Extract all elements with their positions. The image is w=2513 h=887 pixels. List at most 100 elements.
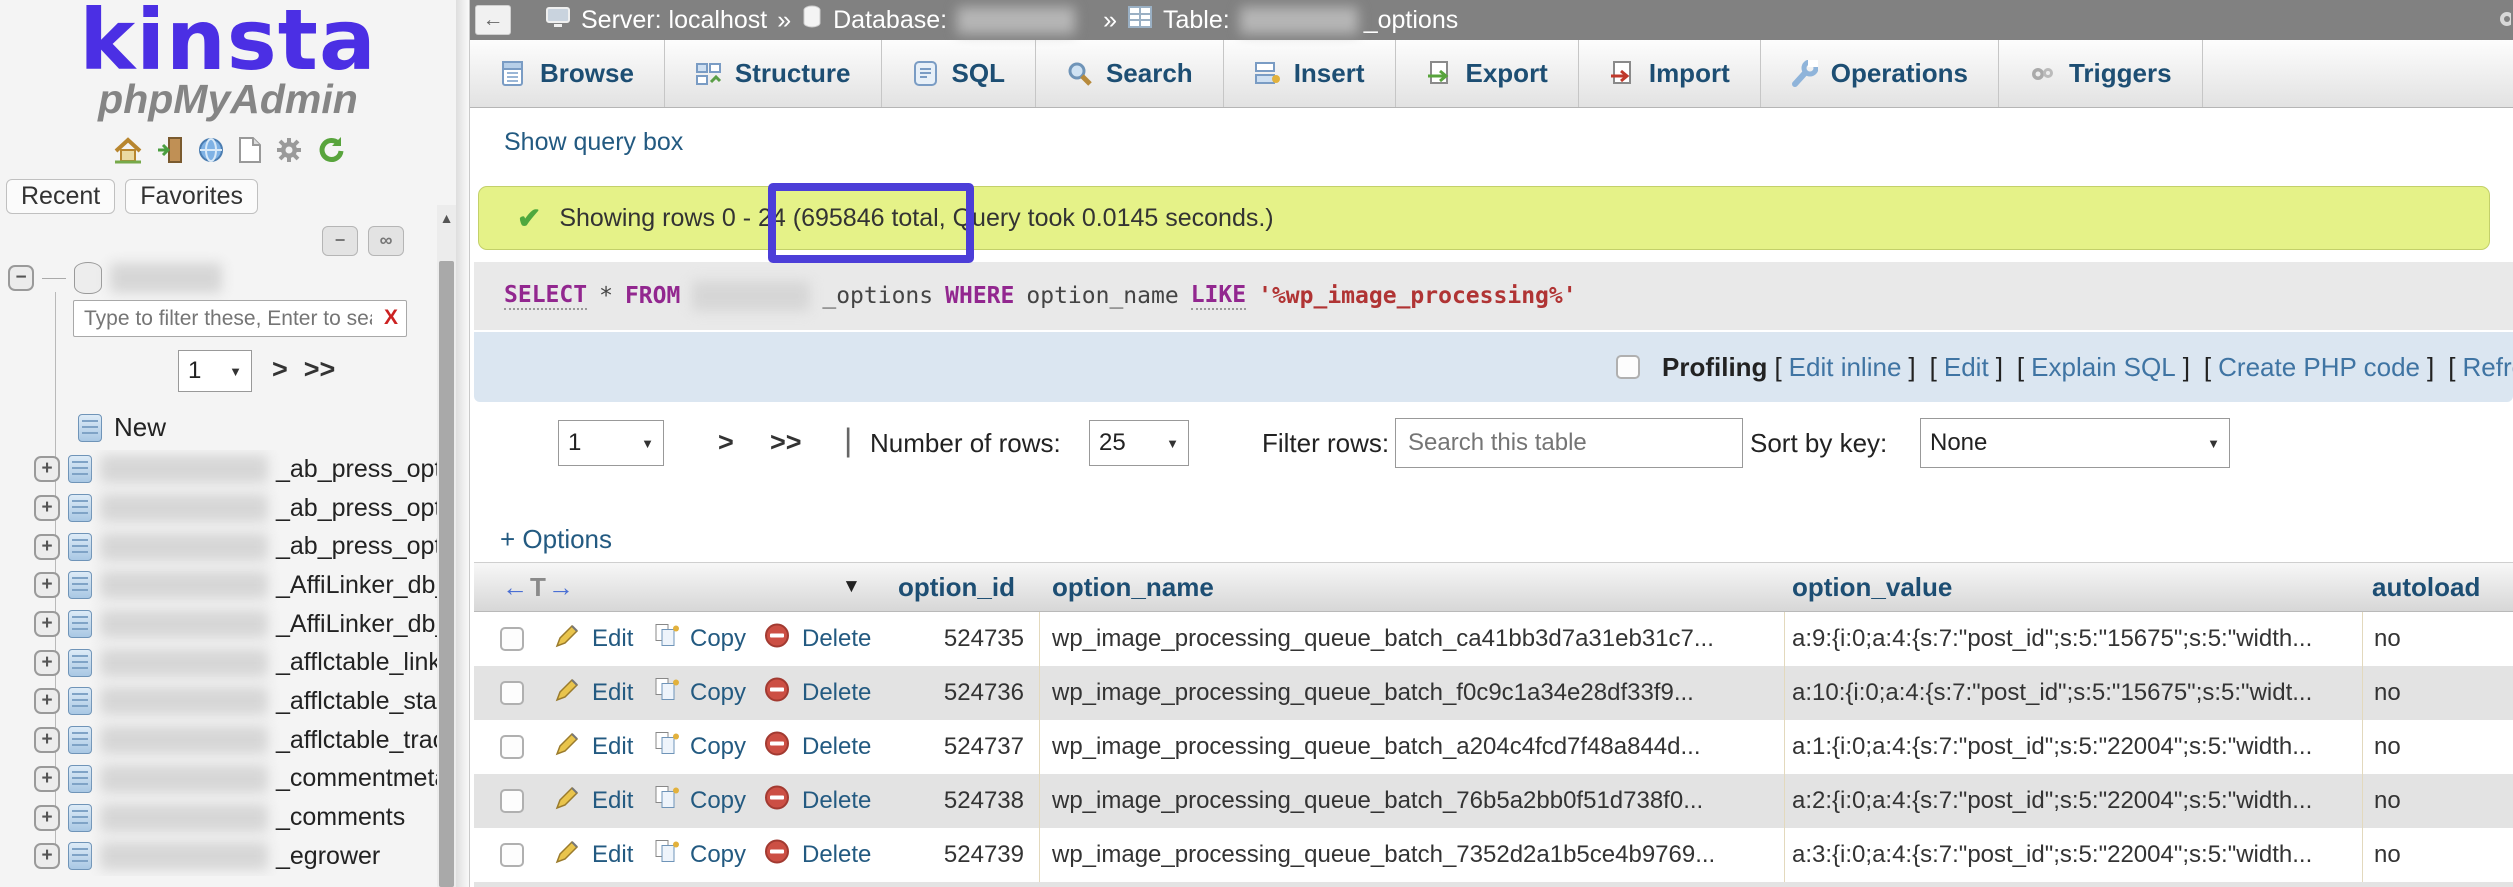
sidebar-table-item[interactable]: + _egrower (0, 837, 437, 876)
table-name[interactable]: _AffiLinker_db_s (276, 571, 437, 600)
copy-link[interactable]: Copy (690, 625, 746, 653)
scroll-up-icon[interactable]: ▲ (437, 205, 456, 231)
create-php-code-link[interactable]: Create PHP code (2218, 352, 2420, 383)
copy-link[interactable]: Copy (690, 679, 746, 707)
tab-insert[interactable]: Insert (1224, 40, 1396, 107)
expand-plus-icon[interactable]: + (34, 805, 60, 831)
table-name[interactable]: _comments (276, 803, 405, 832)
edit-link[interactable]: Edit (592, 679, 633, 707)
edit-link[interactable]: Edit (592, 787, 633, 815)
sidebar-table-item[interactable]: + _ab_press_optir (0, 489, 437, 528)
header-option-id[interactable]: option_id (898, 572, 1015, 603)
next-page-link[interactable]: > (718, 427, 734, 458)
table-name[interactable]: _afflctable_statis (276, 687, 437, 716)
row-checkbox[interactable] (500, 735, 524, 759)
table-search-input[interactable] (1395, 418, 1743, 468)
link-panel-icon[interactable]: ∞ (368, 226, 404, 256)
sidebar-table-item[interactable]: + _afflctable_track (0, 721, 437, 760)
collapse-node-icon[interactable]: − (8, 265, 34, 291)
left-arrow-icon[interactable]: ← (502, 572, 528, 602)
scrollbar-thumb[interactable] (439, 261, 454, 887)
copy-link[interactable]: Copy (690, 841, 746, 869)
explain-sql-link[interactable]: Explain SQL (2031, 352, 2176, 383)
favorites-tab[interactable]: Favorites (125, 179, 258, 214)
delete-link[interactable]: Delete (802, 625, 871, 653)
copy-link[interactable]: Copy (690, 787, 746, 815)
sidebar-table-item[interactable]: + _afflctable_statis (0, 682, 437, 721)
tree-last-page[interactable]: >> (304, 354, 336, 385)
table-name[interactable]: _afflctable_link (276, 648, 437, 677)
sort-desc-icon[interactable]: ▼ (842, 576, 861, 598)
back-arrow-button[interactable]: ← (475, 5, 511, 35)
delete-link[interactable]: Delete (802, 841, 871, 869)
column-order-icons[interactable]: ←T→ (502, 572, 574, 603)
sidebar-table-item[interactable]: + _commentmeta (0, 760, 437, 799)
options-toggle-link[interactable]: + Options (500, 524, 612, 555)
sidebar-scrollbar[interactable]: ▲ (437, 205, 456, 887)
home-icon[interactable] (113, 136, 143, 169)
edit-link[interactable]: Edit (592, 625, 633, 653)
breadcrumb-database-label[interactable]: Database: (833, 6, 947, 35)
row-checkbox[interactable] (500, 789, 524, 813)
expand-plus-icon[interactable]: + (34, 843, 60, 869)
expand-plus-icon[interactable]: + (34, 611, 60, 637)
tree-filter-input[interactable] (73, 300, 407, 337)
table-name[interactable]: _ab_press_optir (276, 455, 437, 484)
table-name[interactable]: _afflctable_track (276, 726, 437, 755)
header-option-name[interactable]: option_name (1052, 572, 1214, 603)
edit-inline-link[interactable]: Edit inline (1789, 352, 1902, 383)
tab-browse[interactable]: Browse (470, 40, 665, 107)
console-icon[interactable] (2493, 6, 2511, 24)
expand-plus-icon[interactable]: + (34, 650, 60, 676)
table-name[interactable]: _ab_press_optir (276, 494, 437, 523)
sidebar-table-item[interactable]: + _AffiLinker_db_s (0, 605, 437, 644)
table-name[interactable]: _egrower (276, 842, 380, 871)
tree-next-page[interactable]: > (272, 354, 288, 385)
right-arrow-icon[interactable]: → (548, 572, 574, 602)
collapse-all-icon[interactable]: − (322, 226, 358, 256)
tab-triggers[interactable]: Triggers (1999, 40, 2203, 107)
tab-sql[interactable]: SQL (882, 40, 1036, 107)
clear-filter-button[interactable]: X (384, 306, 398, 330)
breadcrumb-table-label[interactable]: Table: (1163, 6, 1230, 35)
globe-icon[interactable] (197, 136, 225, 169)
docs-icon[interactable] (238, 136, 262, 169)
edit-link[interactable]: Edit (592, 733, 633, 761)
recent-tab[interactable]: Recent (6, 179, 115, 214)
profiling-checkbox[interactable] (1616, 355, 1640, 379)
tab-operations[interactable]: Operations (1761, 40, 1999, 107)
sql-keyword-select[interactable]: SELECT (504, 282, 587, 310)
sidebar-table-item[interactable]: + _AffiLinker_db_s (0, 566, 437, 605)
new-table-item[interactable]: New (78, 412, 166, 443)
sidebar-table-item[interactable]: + _comments (0, 798, 437, 837)
row-checkbox[interactable] (500, 843, 524, 867)
gear-icon[interactable] (275, 136, 303, 169)
expand-plus-icon[interactable]: + (34, 766, 60, 792)
expand-plus-icon[interactable]: + (34, 572, 60, 598)
tab-search[interactable]: Search (1036, 40, 1224, 107)
last-page-link[interactable]: >> (770, 427, 802, 458)
refresh-link[interactable]: Refresh (2462, 352, 2513, 383)
delete-link[interactable]: Delete (802, 679, 871, 707)
header-option-value[interactable]: option_value (1792, 572, 1952, 603)
logout-icon[interactable] (156, 136, 184, 169)
table-name[interactable]: _AffiLinker_db_s (276, 610, 437, 639)
expand-plus-icon[interactable]: + (34, 456, 60, 482)
sql-keyword-like[interactable]: LIKE (1191, 282, 1246, 310)
page-select[interactable]: 1 ▼ (558, 420, 664, 466)
sidebar-table-item[interactable]: + _ab_press_optir (0, 527, 437, 566)
sidebar-table-item[interactable]: + _afflctable_link (0, 643, 437, 682)
tab-structure[interactable]: Structure (665, 40, 882, 107)
sidebar-table-item[interactable]: + _ab_press_optir (0, 450, 437, 489)
edit-query-link[interactable]: Edit (1944, 352, 1989, 383)
edit-link[interactable]: Edit (592, 841, 633, 869)
table-name[interactable]: _ab_press_optir (276, 532, 437, 561)
expand-plus-icon[interactable]: + (34, 688, 60, 714)
row-checkbox[interactable] (500, 681, 524, 705)
tree-page-select[interactable]: 1 ▼ (178, 350, 252, 392)
refresh-icon[interactable] (316, 136, 344, 169)
expand-plus-icon[interactable]: + (34, 727, 60, 753)
breadcrumb-server[interactable]: Server: localhost (581, 6, 767, 35)
server-tree-root[interactable]: − (8, 262, 222, 294)
tab-export[interactable]: Export (1396, 40, 1579, 107)
